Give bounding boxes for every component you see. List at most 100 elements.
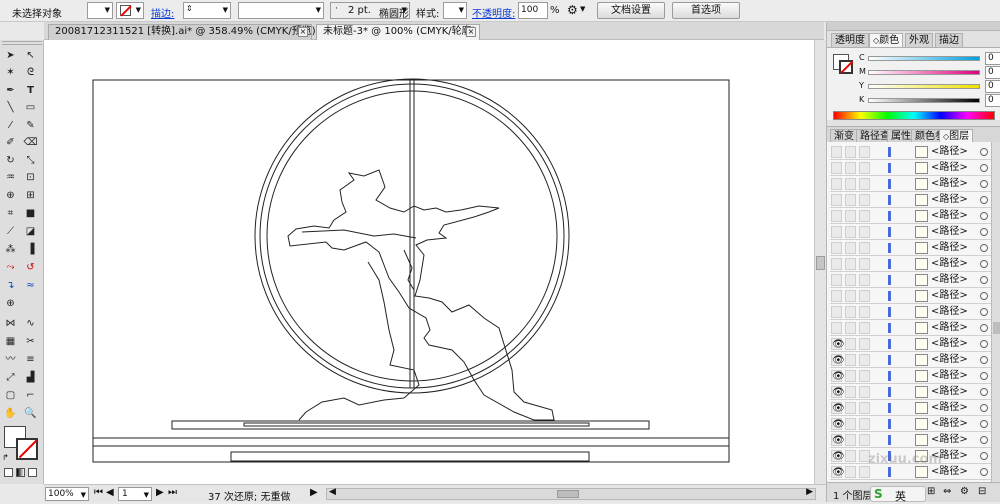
target-circle-icon[interactable] xyxy=(980,468,988,476)
blob-brush-tool-icon[interactable]: ✐ xyxy=(2,135,19,150)
eraser-tool-icon[interactable]: ⌫ xyxy=(22,135,39,150)
trash-icon[interactable]: ⊟ xyxy=(978,486,986,497)
opacity-input[interactable]: 100 xyxy=(518,2,548,19)
layer-row[interactable]: <路径> xyxy=(830,321,991,336)
target-circle-icon[interactable] xyxy=(980,164,988,172)
canvas-vertical-scrollbar[interactable] xyxy=(814,40,826,484)
color-spectrum-bar[interactable] xyxy=(833,111,995,120)
doc-setup-button[interactable]: 文档设置 xyxy=(597,2,665,19)
target-tool-icon[interactable]: ⊕ xyxy=(2,296,19,311)
pen-tool-icon[interactable]: ✒ xyxy=(2,83,19,98)
layer-row[interactable]: 👁 <路径> xyxy=(830,385,991,400)
custom-tool-wave-icon[interactable]: ≈ xyxy=(22,278,39,293)
target-circle-icon[interactable] xyxy=(980,388,988,396)
previous-page-icon[interactable]: ◀ xyxy=(106,487,114,498)
bar-chart-tool-icon[interactable]: ▟ xyxy=(22,370,39,385)
horizontal-scroll-thumb[interactable] xyxy=(557,490,579,498)
tab-appearance[interactable]: 外观 xyxy=(905,33,933,47)
tab-gradient[interactable]: 渐变 xyxy=(830,129,858,143)
magenta-value[interactable]: 0 xyxy=(985,66,1000,79)
hand-tool-icon[interactable]: ✋ xyxy=(2,406,19,421)
envelope-tool-icon[interactable]: ∿ xyxy=(22,316,39,331)
stroke-swatch[interactable] xyxy=(16,438,38,460)
layer-row[interactable]: <路径> xyxy=(830,145,991,160)
scale-tool-icon[interactable]: ⤡ xyxy=(22,153,39,168)
eye-icon[interactable]: 👁 xyxy=(831,370,845,382)
symbol-sprayer-tool-icon[interactable]: ⁂ xyxy=(2,242,19,257)
magic-wand-tool-icon[interactable]: ✶ xyxy=(2,65,19,80)
settings-icon[interactable]: ⚙ xyxy=(960,486,969,497)
stroke-color-dropdown[interactable]: ▼ xyxy=(116,2,144,19)
column-graph-tool-icon[interactable]: ▐ xyxy=(22,242,39,257)
target-circle-icon[interactable] xyxy=(980,404,988,412)
eye-icon[interactable]: 👁 xyxy=(831,434,845,446)
free-transform-tool-icon[interactable]: ⊡ xyxy=(22,170,39,185)
target-circle-icon[interactable] xyxy=(980,356,988,364)
tab-stroke[interactable]: 描边 xyxy=(935,33,963,47)
first-page-icon[interactable]: ⏮ xyxy=(94,487,103,498)
graph-tool-icon[interactable]: ⤢ xyxy=(2,370,19,385)
stroke-link[interactable]: 描边: xyxy=(151,5,174,20)
eye-icon[interactable]: 👁 xyxy=(831,402,845,414)
layer-row[interactable]: <路径> xyxy=(830,305,991,320)
eye-icon[interactable]: 👁 xyxy=(831,450,845,462)
chevron-down-icon[interactable]: ▼ xyxy=(144,491,149,499)
color-mode-icon[interactable] xyxy=(4,468,13,477)
eye-icon[interactable]: 👁 xyxy=(831,418,845,430)
layers-scrollbar[interactable] xyxy=(991,142,1000,482)
slice-tool-icon[interactable]: ▦ xyxy=(2,334,19,349)
custom-tool-blue-icon[interactable]: ↴ xyxy=(2,278,19,293)
gradient-tool-icon[interactable]: ■ xyxy=(22,206,39,221)
layer-row[interactable]: 👁 <路径> xyxy=(830,417,991,432)
layer-row[interactable]: 👁 <路径> xyxy=(830,337,991,352)
crop-tool-icon[interactable]: ⌐ xyxy=(22,388,39,403)
fill-color-dropdown[interactable]: ▼ xyxy=(87,2,113,19)
swap-fill-stroke-icon[interactable]: ↱ xyxy=(2,453,9,462)
ime-toolbar[interactable]: S 英 xyxy=(870,486,926,503)
tab-document-1[interactable]: 20081712311521 [转换].ai* @ 358.49% (CMYK/… xyxy=(48,24,316,40)
path-tool-icon[interactable]: 〰 xyxy=(2,352,19,367)
last-page-icon[interactable]: ⏭ xyxy=(168,487,177,498)
layer-row[interactable]: 👁 <路径> xyxy=(830,433,991,448)
scissors-tool-icon[interactable]: ✂ xyxy=(22,334,39,349)
variable-width-dropdown[interactable]: ▼ xyxy=(238,2,324,19)
layer-row[interactable]: <路径> xyxy=(830,289,991,304)
opacity-link[interactable]: 不透明度: xyxy=(472,5,515,20)
layer-row[interactable]: 👁 <路径> xyxy=(830,369,991,384)
tab-color[interactable]: ◇颜色 xyxy=(869,33,904,47)
tab-document-2[interactable]: 未标题-3* @ 100% (CMYK/轮廓) × xyxy=(316,24,480,40)
rectangle-tool-icon[interactable]: ▭ xyxy=(22,100,39,115)
layer-row[interactable]: 👁 <路径> xyxy=(830,465,991,480)
next-page-icon[interactable]: ▶ xyxy=(156,487,164,498)
panel-grip[interactable] xyxy=(2,41,42,45)
target-circle-icon[interactable] xyxy=(980,148,988,156)
type-tool-icon[interactable]: T xyxy=(22,83,39,98)
layer-row[interactable]: <路径> xyxy=(830,161,991,176)
eye-icon[interactable]: 👁 xyxy=(831,354,845,366)
cyan-value[interactable]: 0 xyxy=(985,52,1000,65)
target-circle-icon[interactable] xyxy=(980,292,988,300)
scroll-right-icon[interactable]: ▶ xyxy=(806,487,813,497)
target-circle-icon[interactable] xyxy=(980,212,988,220)
chevron-down-icon[interactable]: ▼ xyxy=(81,491,86,499)
paintbrush-tool-icon[interactable]: ⁄ xyxy=(2,118,19,133)
puppet-icon[interactable]: ⚙ xyxy=(567,3,578,17)
scrollbar-thumb[interactable] xyxy=(816,256,825,270)
target-circle-icon[interactable] xyxy=(980,276,988,284)
line-tool-icon[interactable]: ╲ xyxy=(2,100,19,115)
blend-tool-icon[interactable]: ◪ xyxy=(22,224,39,239)
horizontal-scrollbar[interactable]: ◀ ▶ xyxy=(326,487,816,500)
warp-tool-icon[interactable]: ♒ xyxy=(2,170,19,185)
black-value[interactable]: 0 xyxy=(985,94,1000,107)
style-dropdown[interactable]: ▼ xyxy=(443,2,467,19)
link-icon[interactable]: ⇔ xyxy=(943,486,951,497)
mesh-tool-icon[interactable]: ⌗ xyxy=(2,206,19,221)
brush-definition-dropdown[interactable]: · 2 pt. 椭圆形 ▼ xyxy=(330,2,410,20)
target-circle-icon[interactable] xyxy=(980,420,988,428)
target-circle-icon[interactable] xyxy=(980,244,988,252)
layer-row[interactable]: <路径> xyxy=(830,177,991,192)
tab-layers[interactable]: ◇图层 xyxy=(939,129,974,143)
zoom-dropdown[interactable]: 100% ▼ xyxy=(45,487,89,501)
shape-builder-tool-icon[interactable]: ⊕ xyxy=(2,188,19,203)
lasso-tool-icon[interactable]: ᘓ xyxy=(22,65,39,80)
